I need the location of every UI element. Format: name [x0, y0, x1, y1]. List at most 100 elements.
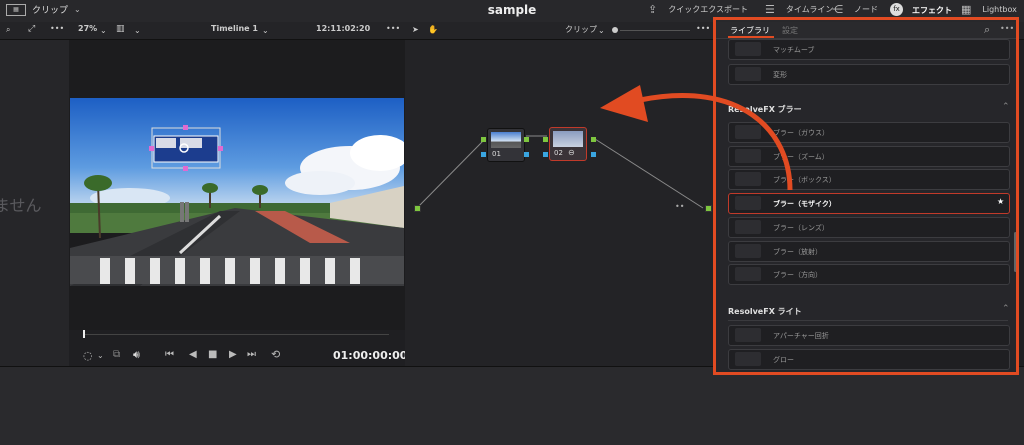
chevron-down-icon[interactable]: ⌄	[598, 25, 605, 36]
node-02-key-output[interactable]	[591, 152, 596, 157]
nav-lightbox-label: Lightbox	[982, 5, 1017, 14]
node-01-key-input[interactable]	[481, 152, 486, 157]
effect-item[interactable]: ブラー（ボックス）	[728, 169, 1010, 190]
tab-settings[interactable]: 設定	[782, 25, 798, 36]
node-02[interactable]: 02 ⊖	[549, 127, 587, 161]
effect-label: ブラー（ズーム）	[773, 153, 829, 161]
effect-label: グロー	[773, 356, 794, 364]
collapse-icon[interactable]: ⌃	[1002, 102, 1010, 112]
section-divider	[728, 320, 1008, 321]
effect-item[interactable]: マッチムーブ	[728, 39, 1010, 60]
effect-item[interactable]: 変形	[728, 64, 1010, 85]
effect-label: ブラー（レンズ）	[773, 224, 829, 232]
skip-back-icon[interactable]: ⏮︎	[165, 349, 174, 360]
clip-mode-select[interactable]: クリップ	[565, 24, 597, 35]
transport-bar: ◌ ⌄ ⧉ 🔊︎ ⏮︎ ◀ ■ ▶ ⏭︎ ⟲ 01:00:00:00	[69, 330, 408, 366]
timeline-name[interactable]: Timeline 1	[211, 24, 258, 33]
node-label: 02	[554, 149, 563, 157]
effect-label: ブラー（ガウス）	[773, 129, 829, 137]
effect-label: ブラー（放射）	[773, 248, 822, 256]
effect-item[interactable]: アパーチャー回折	[728, 325, 1010, 346]
collapse-icon[interactable]: ⌃	[1002, 304, 1010, 314]
volume-icon[interactable]: 🔊︎	[133, 348, 140, 362]
effect-thumbnail	[735, 42, 761, 56]
chevron-down-icon[interactable]: ⌄	[134, 25, 141, 36]
play-reverse-icon[interactable]: ◀	[189, 349, 197, 360]
search-icon[interactable]: ⌕	[6, 24, 10, 35]
effect-item[interactable]: ブラー（ズーム）	[728, 146, 1010, 167]
record-timecode: 01:00:00:00	[333, 349, 408, 362]
viewer-layout-icon[interactable]: ▥	[116, 24, 125, 35]
node-connections	[416, 135, 704, 209]
zoom-slider-handle[interactable]	[612, 27, 618, 33]
source-input-port[interactable]	[414, 205, 421, 212]
node-01-key-output[interactable]	[524, 152, 529, 157]
effect-thumbnail	[735, 267, 761, 281]
effect-label: ブラー（モザイク）	[773, 200, 836, 208]
node-editor[interactable]: •• 01 02 ⊖	[405, 40, 717, 366]
effect-label: アパーチャー回折	[773, 332, 829, 340]
zoom-slider-track[interactable]	[620, 30, 690, 31]
layers-icon[interactable]: ⧉	[113, 349, 120, 360]
road-scene-image	[70, 98, 404, 286]
fullscreen-icon[interactable]: ⤢	[28, 24, 35, 35]
chevron-down-icon[interactable]: ⌄	[262, 25, 269, 36]
effect-thumbnail	[735, 244, 761, 258]
effect-item[interactable]: ブラー（ガウス）	[728, 122, 1010, 143]
hand-icon[interactable]: ✋	[428, 24, 438, 35]
empty-media-message: ません	[0, 196, 42, 215]
effect-label: ブラー（方向）	[773, 271, 822, 279]
more-options-icon[interactable]: •••	[50, 24, 64, 33]
nav-lightbox[interactable]: ▦ Lightbox	[961, 4, 1017, 15]
node-01[interactable]: 01	[487, 128, 525, 162]
section-header-blur[interactable]: ResolveFX ブラー	[728, 104, 802, 115]
scrollbar-thumb[interactable]	[1014, 232, 1017, 272]
nav-timeline[interactable]: ☰ タイムライン	[765, 4, 833, 15]
more-options-icon[interactable]: •••	[386, 24, 400, 33]
scrubber-track[interactable]	[83, 334, 389, 335]
nav-quick-export[interactable]: ⇪ クイックエクスポート	[648, 4, 748, 15]
effects-library-panel: ライブラリ 設定 ⌕ ••• マッチムーブ 変形 ResolveFX ブラー ⌃…	[716, 22, 1018, 374]
chevron-down-icon[interactable]: ⌄	[97, 351, 104, 360]
fx-icon: fx	[890, 3, 903, 16]
nav-nodes[interactable]: ⋲ ノード	[832, 4, 878, 15]
effect-item[interactable]: ブラー（放射）	[728, 241, 1010, 262]
effect-item[interactable]: ブラー（レンズ）	[728, 217, 1010, 238]
effect-item-selected[interactable]: ブラー（モザイク） ★	[728, 193, 1010, 214]
stop-icon[interactable]: ■	[208, 349, 217, 360]
top-bar: ▦ クリップ ⌄ sample ⇪ クイックエクスポート ☰ タイムライン ⋲ …	[0, 0, 1024, 23]
node-02-input[interactable]	[543, 137, 548, 142]
nodes-icon: ⋲	[832, 3, 843, 16]
nav-quick-export-label: クイックエクスポート	[668, 5, 748, 14]
loop-icon[interactable]: ⟲	[271, 348, 280, 361]
nav-effects[interactable]: fx エフェクト	[890, 3, 952, 16]
node-02-key-input[interactable]	[543, 152, 548, 157]
tab-library[interactable]: ライブラリ	[730, 25, 770, 36]
pointer-icon[interactable]: ➤	[412, 24, 419, 35]
selection-mode-icon[interactable]: ◌	[83, 349, 93, 362]
effect-thumbnail	[735, 149, 761, 163]
skip-forward-icon[interactable]: ⏭︎	[247, 349, 256, 360]
section-header-light[interactable]: ResolveFX ライト	[728, 306, 802, 317]
play-icon[interactable]: ▶	[229, 349, 237, 360]
zoom-level[interactable]: 27%	[78, 24, 97, 33]
node-01-input[interactable]	[481, 137, 486, 142]
favorite-star-icon[interactable]: ★	[997, 197, 1004, 206]
effect-item[interactable]: グロー	[728, 349, 1010, 370]
more-options-icon[interactable]: •••	[696, 24, 710, 33]
node-02-output[interactable]	[591, 137, 596, 142]
more-options-icon[interactable]: •••	[1000, 24, 1014, 33]
output-port[interactable]	[705, 205, 712, 212]
video-frame[interactable]	[70, 98, 404, 286]
chevron-down-icon[interactable]: ⌄	[100, 25, 107, 36]
node-01-output[interactable]	[524, 137, 529, 142]
effect-label: ブラー（ボックス）	[773, 176, 836, 184]
nav-effects-label: エフェクト	[912, 5, 952, 15]
search-icon[interactable]: ⌕	[984, 23, 990, 37]
tab-active-underline	[728, 36, 774, 38]
playhead[interactable]	[83, 330, 85, 338]
effect-thumbnail	[735, 352, 761, 366]
node-thumbnail	[553, 131, 583, 147]
nav-timeline-label: タイムライン	[785, 5, 834, 14]
effect-item[interactable]: ブラー（方向）	[728, 264, 1010, 285]
